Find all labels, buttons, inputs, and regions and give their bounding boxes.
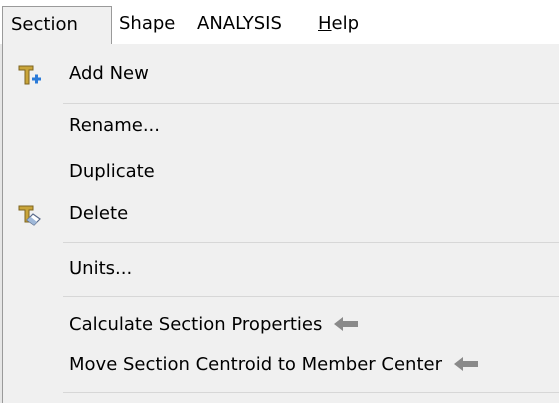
menu-item-label: Duplicate	[69, 161, 155, 182]
menu-item-label: Rename...	[69, 115, 160, 136]
section-dropdown-menu: Add New Rename... Duplicate Delete Units…	[2, 44, 559, 403]
menu-item-units[interactable]: Units...	[3, 249, 559, 289]
left-arrow-icon	[334, 316, 359, 331]
menu-help[interactable]: Help	[311, 6, 366, 44]
menu-item-delete[interactable]: Delete	[3, 194, 559, 234]
menu-item-move-section-centroid[interactable]: Move Section Centroid to Member Center	[3, 345, 559, 385]
delete-section-icon	[17, 203, 41, 227]
menu-item-label: Add New	[69, 63, 149, 84]
menu-item-add-new[interactable]: Add New	[3, 54, 559, 94]
menu-item-rename[interactable]: Rename...	[3, 106, 559, 146]
menu-item-calculate-section-properties[interactable]: Calculate Section Properties	[3, 305, 559, 345]
menu-item-label: Units...	[69, 258, 133, 279]
menu-bar: Section Shape ANALYSIS Help	[0, 0, 559, 45]
menu-item-label: Calculate Section Properties	[69, 305, 359, 345]
menu-separator	[63, 242, 559, 243]
menu-item-text: Calculate Section Properties	[69, 314, 323, 335]
left-arrow-icon	[453, 356, 478, 371]
add-section-icon	[17, 63, 41, 87]
menu-shape[interactable]: Shape	[112, 6, 182, 44]
menu-separator	[63, 392, 559, 393]
menu-separator	[63, 103, 559, 104]
menu-separator	[63, 296, 559, 297]
menu-item-label: Delete	[69, 203, 129, 224]
menu-item-label: Move Section Centroid to Member Center	[69, 345, 478, 385]
help-mnemonic: H	[318, 13, 332, 34]
help-label-rest: elp	[331, 13, 360, 34]
menu-item-text: Move Section Centroid to Member Center	[69, 354, 442, 375]
menu-item-duplicate[interactable]: Duplicate	[3, 152, 559, 192]
menu-analysis[interactable]: ANALYSIS	[190, 6, 289, 44]
menu-section[interactable]: Section	[2, 6, 112, 45]
